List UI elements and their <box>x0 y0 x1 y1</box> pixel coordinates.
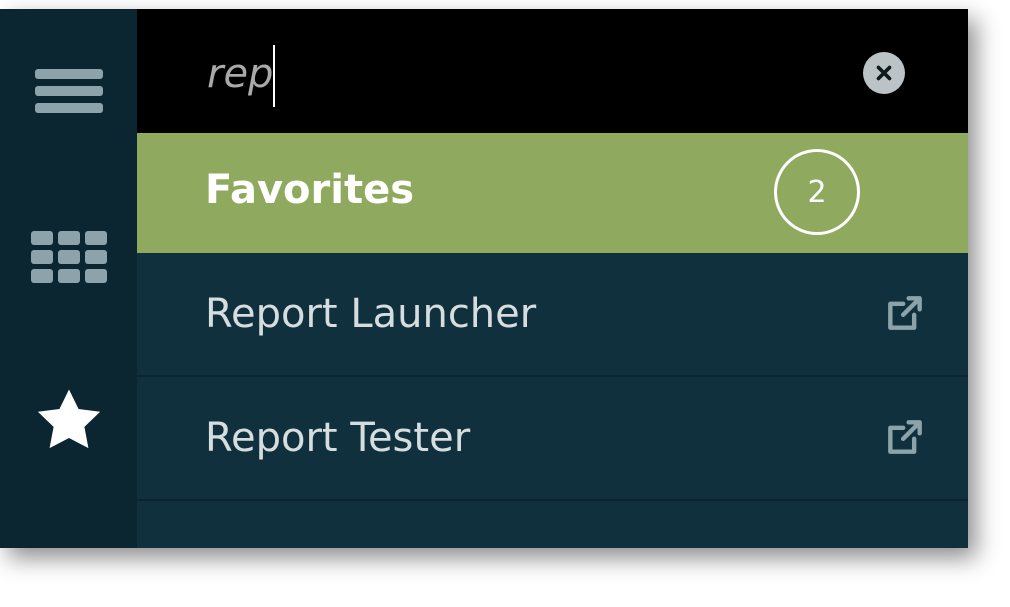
text-caret <box>273 45 275 107</box>
main-content: Favorites 2 Report Launcher Report Teste… <box>137 9 968 548</box>
clear-search-button[interactable] <box>863 52 905 94</box>
external-link-icon[interactable] <box>880 291 930 335</box>
menu-button[interactable] <box>0 36 137 146</box>
star-icon <box>37 389 100 449</box>
external-link-icon[interactable] <box>880 415 930 459</box>
close-icon <box>876 65 892 81</box>
list-item-label: Report Launcher <box>205 291 537 337</box>
list-item-label: Report Tester <box>205 415 471 461</box>
favorites-row[interactable]: Favorites 2 <box>137 133 968 253</box>
navigation-panel: Favorites 2 Report Launcher Report Teste… <box>0 9 968 548</box>
apps-button[interactable] <box>0 202 137 312</box>
list-item-report-tester[interactable]: Report Tester <box>137 377 968 501</box>
left-rail <box>0 9 137 548</box>
favorites-label: Favorites <box>205 167 415 213</box>
favorites-rail-button[interactable] <box>0 366 137 476</box>
favorites-count-badge: 2 <box>774 149 860 235</box>
search-input[interactable] <box>207 47 807 101</box>
search-bar <box>137 9 968 133</box>
list-item-report-launcher[interactable]: Report Launcher <box>137 253 968 377</box>
apps-grid-icon <box>30 231 107 283</box>
hamburger-menu-icon <box>34 62 103 120</box>
